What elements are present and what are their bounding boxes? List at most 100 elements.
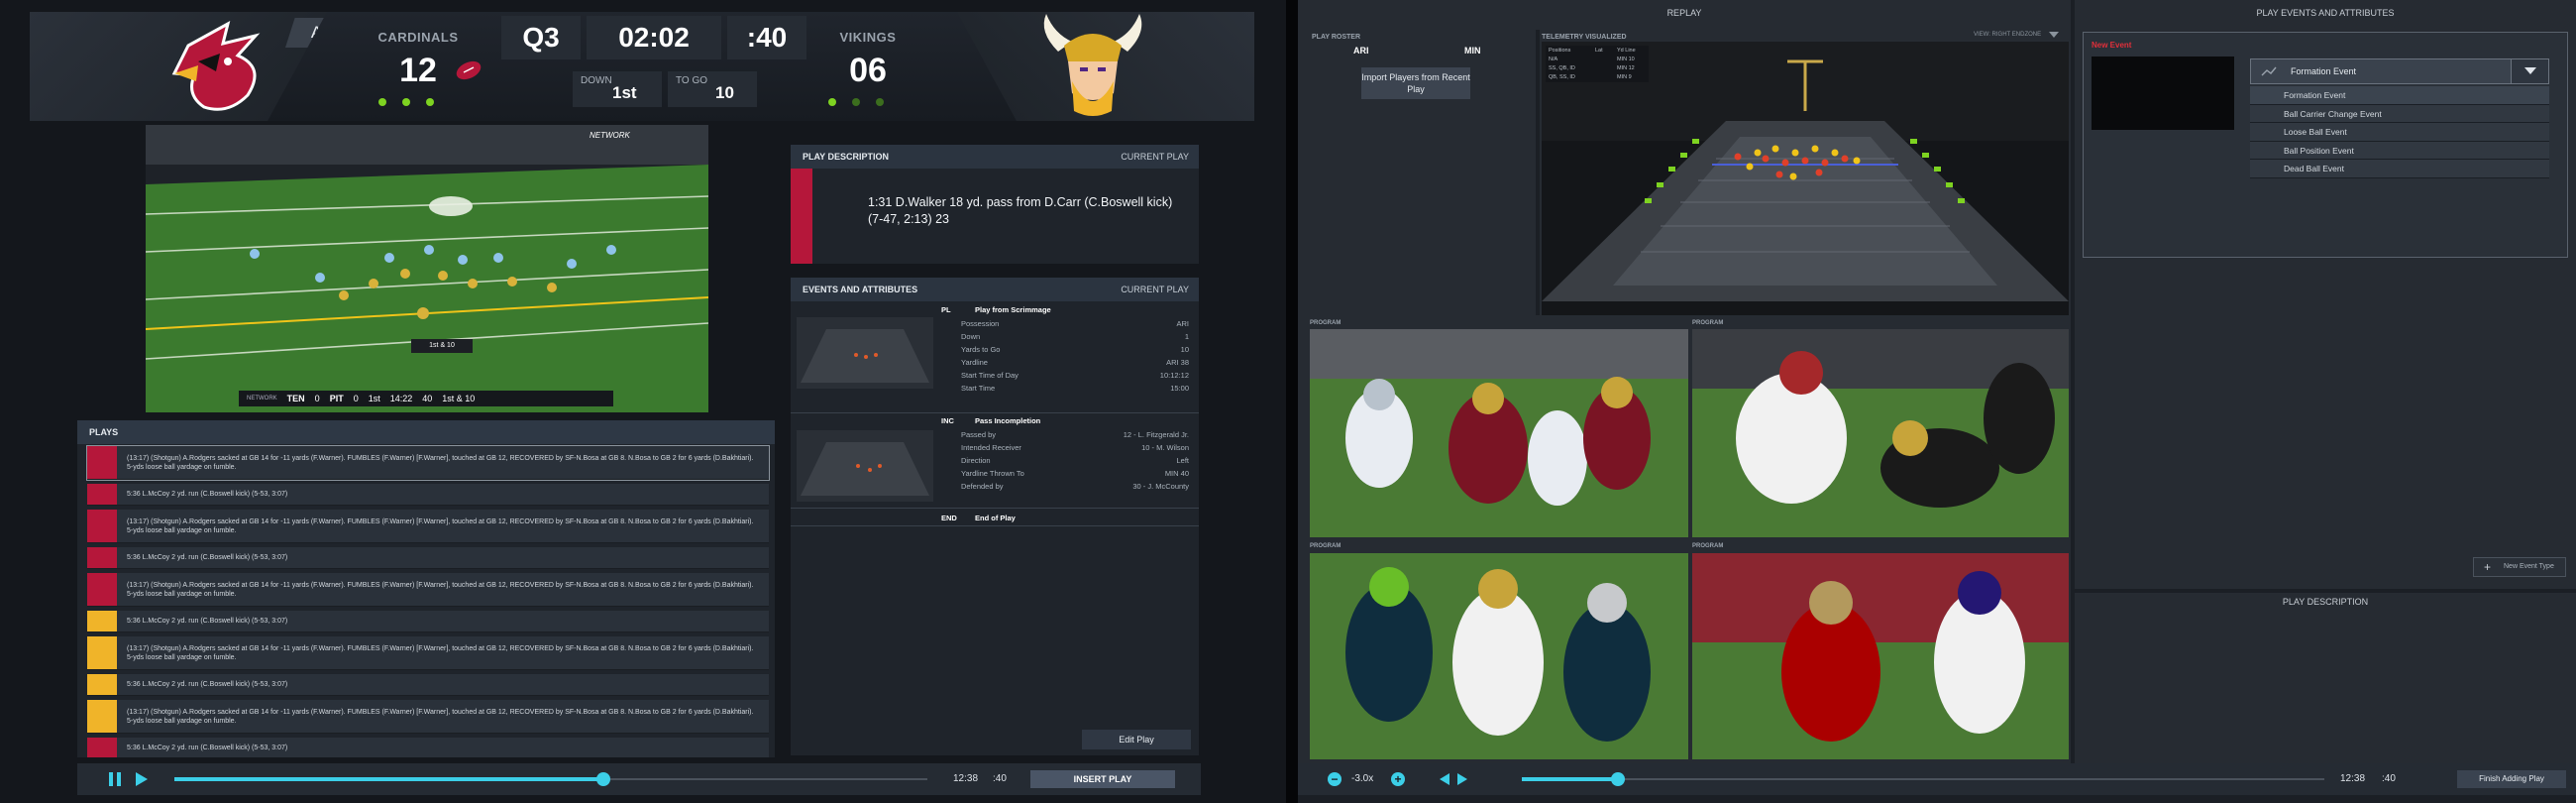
col-header: Yd Line <box>1617 48 1636 54</box>
attr-key: Yardline Thrown To <box>961 469 1024 478</box>
step-forward-icon[interactable] <box>1456 772 1468 786</box>
divider <box>1536 30 1540 315</box>
telemetry-title: TELEMETRY VISUALIZED <box>1542 34 1627 41</box>
plays-title: PLAYS <box>89 427 119 437</box>
event-1-attributes: Possession ARI Down 1 Yards to Go 10 Yardli… <box>961 317 1189 395</box>
play-team-color <box>87 573 117 606</box>
program-feed-image <box>1692 329 2069 537</box>
scrub-handle[interactable] <box>596 772 611 786</box>
replay-title: REPLAY <box>1666 8 1702 18</box>
new-event-type-button[interactable]: + New Event Type <box>2473 557 2566 577</box>
view-label[interactable]: VIEW: RIGHT ENDZONE <box>1974 32 2041 38</box>
telemetry-field-visual <box>1542 42 2069 301</box>
program-grid: PROGRAM PROGRAM PROGRAM PROGRAM <box>1298 315 2071 763</box>
away-timeouts <box>820 93 892 111</box>
event-thumbnail[interactable] <box>797 430 933 502</box>
right-play-description-panel: PLAY DESCRIPTION <box>2075 593 2576 763</box>
play-row[interactable]: 5:36 L.McCoy 2 yd. run (C.Boswell kick) … <box>87 611 769 632</box>
event-preview <box>2092 57 2234 130</box>
cell: QB, SS, ID <box>1549 74 1575 80</box>
insert-play-button[interactable]: INSERT PLAY <box>1030 770 1175 788</box>
menu-item-dead-ball[interactable]: Dead Ball Event <box>2250 160 2549 178</box>
attr-key: Direction <box>961 456 991 465</box>
play-row[interactable]: 5:36 L.McCoy 2 yd. run (C.Boswell kick) … <box>87 547 769 569</box>
telemetry-table: Positions Lat Yd Line N/A MIN 10 SS, QB, ID… <box>1546 46 1649 82</box>
bug-quarter: 1st <box>368 394 380 403</box>
right-play-description-title: PLAY DESCRIPTION <box>2282 597 2369 607</box>
bug-network: NETWORK <box>247 396 277 402</box>
play-row[interactable]: 5:36 L.McCoy 2 yd. run (C.Boswell kick) … <box>87 484 769 506</box>
finish-adding-play-button[interactable]: Finish Adding Play <box>2457 770 2566 788</box>
play-team-color <box>87 611 117 631</box>
bug-away-team: TEN <box>286 394 305 403</box>
chevron-down-icon[interactable] <box>2049 32 2059 40</box>
attr-value: MIN 40 <box>1164 469 1189 478</box>
network-logo-text: NETWORK <box>590 131 630 140</box>
play-team-color <box>87 484 117 505</box>
event-thumbnail[interactable] <box>797 317 933 389</box>
program-feed-image <box>1310 553 1688 759</box>
down-value: 1st <box>612 83 637 102</box>
program-feed-4[interactable] <box>1692 553 2069 759</box>
program-feed-image <box>1692 553 2069 759</box>
play-row[interactable]: 5:36 L.McCoy 2 yd. run (C.Boswell kick) … <box>87 738 769 757</box>
play-row[interactable]: (13:17) (Shotgun) A.Rodgers sacked at GB… <box>86 445 770 481</box>
event-3-name: End of Play <box>975 514 1016 522</box>
step-back-icon[interactable] <box>1439 772 1450 786</box>
event-2-attributes: Passed by 12 - L. Fitzgerald Jr. Intended… <box>961 428 1189 493</box>
attr-key: Possession <box>961 319 1000 328</box>
home-timeouts <box>371 93 442 111</box>
cell <box>1595 64 1617 73</box>
import-players-button[interactable]: Import Players from Recent Play <box>1361 67 1470 99</box>
broadcast-video[interactable]: NETWORK 1st & 10 NETWORK TEN 0 PIT 0 1st… <box>146 125 708 412</box>
play-row[interactable]: (13:17) (Shotgun) A.Rodgers sacked at GB… <box>87 636 769 670</box>
bug-down: 1st & 10 <box>442 394 476 403</box>
attr-row: Yards to Go 10 <box>961 343 1189 356</box>
dropdown-toggle[interactable] <box>2511 59 2548 83</box>
scrub-track[interactable] <box>1522 778 2324 780</box>
edit-play-button[interactable]: Edit Play <box>1082 730 1191 749</box>
transport-clock: :40 <box>993 773 1007 784</box>
to-go-label: TO GO <box>676 75 708 86</box>
cell: MIN 9 <box>1617 74 1632 80</box>
play-row[interactable]: (13:17) (Shotgun) A.Rodgers sacked at GB… <box>87 573 769 607</box>
to-go-box: TO GO 10 <box>668 71 757 107</box>
program-feed-2[interactable] <box>1692 329 2069 537</box>
telemetry-table-header: Positions Lat Yd Line <box>1546 46 1649 56</box>
attr-value: 12 - L. Fitzgerald Jr. <box>1123 430 1189 439</box>
menu-item-ball-carrier-change[interactable]: Ball Carrier Change Event <box>2250 105 2549 123</box>
events-title: EVENTS AND ATTRIBUTES <box>803 285 918 294</box>
attr-key: Passed by <box>961 430 997 439</box>
speed-minus-icon[interactable]: − <box>1328 772 1342 786</box>
pause-icon[interactable] <box>107 769 125 789</box>
playback-speed: -3.0x <box>1351 773 1374 784</box>
menu-item-formation-event[interactable]: Formation Event <box>2250 86 2549 105</box>
attr-key: Intended Receiver <box>961 443 1021 452</box>
attr-key: Yards to Go <box>961 345 1001 354</box>
roster-away: MIN <box>1464 46 1481 56</box>
play-icon[interactable] <box>135 771 149 787</box>
plays-panel: PLAYS (13:17) (Shotgun) A.Rodgers sacked… <box>77 420 775 757</box>
event-1-name: Play from Scrimmage <box>975 305 1051 314</box>
program-feed-3[interactable] <box>1310 553 1688 759</box>
telemetry-view[interactable]: Positions Lat Yd Line N/A MIN 10 SS, QB, ID… <box>1542 42 2069 315</box>
scrub-handle[interactable] <box>1611 772 1626 786</box>
play-row[interactable]: 5:36 L.McCoy 2 yd. run (C.Boswell kick) … <box>87 674 769 696</box>
play-row-text: 5:36 L.McCoy 2 yd. run (C.Boswell kick) … <box>127 681 288 688</box>
right-transport-bar: − -3.0x + 12:38 :40 Finish Adding Play <box>1298 763 2576 795</box>
menu-item-loose-ball[interactable]: Loose Ball Event <box>2250 123 2549 142</box>
program-feed-1[interactable] <box>1310 329 1688 537</box>
event-type-dropdown[interactable]: Formation Event <box>2250 58 2549 84</box>
play-row[interactable]: (13:17) (Shotgun) A.Rodgers sacked at GB… <box>87 700 769 734</box>
program-feed-image <box>1310 329 1688 537</box>
broadcast-score-bug: NETWORK TEN 0 PIT 0 1st 14:22 40 1st & 1… <box>239 391 613 406</box>
speed-plus-icon[interactable]: + <box>1391 772 1405 786</box>
play-events-panel: PLAY EVENTS AND ATTRIBUTES New Event For… <box>2075 0 2576 589</box>
events-panel: EVENTS AND ATTRIBUTES CURRENT PLAY PL Pl… <box>791 278 1199 755</box>
play-roster-title: PLAY ROSTER <box>1312 34 1361 41</box>
divider <box>791 508 1199 509</box>
program-label: PROGRAM <box>1310 543 1342 549</box>
menu-item-ball-position[interactable]: Ball Position Event <box>2250 142 2549 160</box>
play-row[interactable]: (13:17) (Shotgun) A.Rodgers sacked at GB… <box>87 510 769 543</box>
away-team-panel <box>957 12 1254 121</box>
